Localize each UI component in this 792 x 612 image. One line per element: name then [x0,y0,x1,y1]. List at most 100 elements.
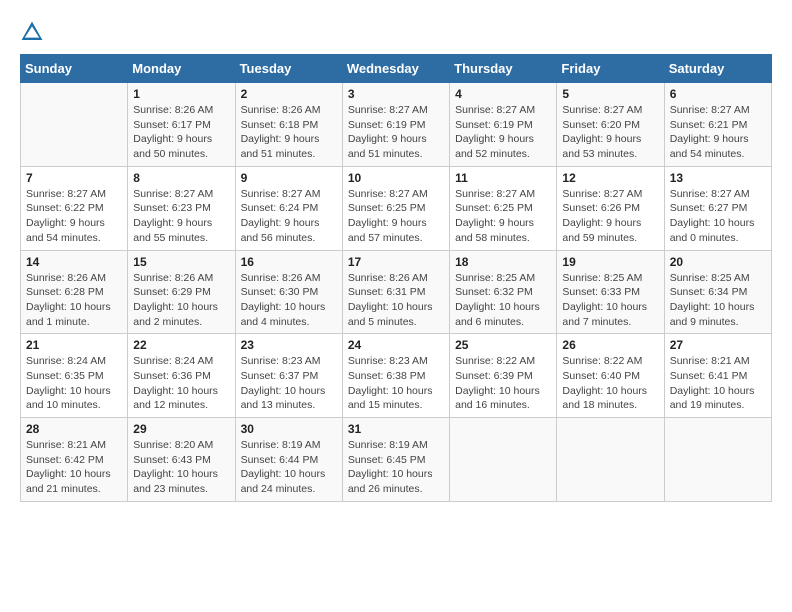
weekday-header-thursday: Thursday [450,55,557,83]
calendar-cell: 26 Sunrise: 8:22 AM Sunset: 6:40 PM Dayli… [557,334,664,418]
day-number: 13 [670,171,766,185]
calendar-cell [450,418,557,502]
day-number: 2 [241,87,337,101]
day-number: 21 [26,338,122,352]
calendar-week-row: 1Sunrise: 8:26 AM Sunset: 6:17 PM Daylig… [21,83,772,167]
calendar-week-row: 14 Sunrise: 8:26 AM Sunset: 6:28 PM Dayli… [21,250,772,334]
day-number: 5 [562,87,658,101]
weekday-header-monday: Monday [128,55,235,83]
day-info: Sunrise: 8:20 AM Sunset: 6:43 PM Dayligh… [133,438,229,497]
calendar-cell: 23 Sunrise: 8:23 AM Sunset: 6:37 PM Dayli… [235,334,342,418]
day-number: 14 [26,255,122,269]
day-info: Sunrise: 8:27 AM Sunset: 6:24 PM Dayligh… [241,187,337,246]
calendar-cell [664,418,771,502]
day-number: 1 [133,87,229,101]
calendar-cell: 21 Sunrise: 8:24 AM Sunset: 6:35 PM Dayli… [21,334,128,418]
day-number: 6 [670,87,766,101]
day-info: Sunrise: 8:27 AM Sunset: 6:20 PM Dayligh… [562,103,658,162]
calendar-cell: 16 Sunrise: 8:26 AM Sunset: 6:30 PM Dayli… [235,250,342,334]
day-number: 16 [241,255,337,269]
calendar-cell: 2 Sunrise: 8:26 AM Sunset: 6:18 PM Daylig… [235,83,342,167]
day-number: 11 [455,171,551,185]
day-info: Sunrise: 8:25 AM Sunset: 6:34 PM Dayligh… [670,271,766,330]
weekday-header-saturday: Saturday [664,55,771,83]
calendar-cell: 8 Sunrise: 8:27 AM Sunset: 6:23 PM Daylig… [128,166,235,250]
calendar-cell: 3Sunrise: 8:27 AM Sunset: 6:19 PM Daylig… [342,83,449,167]
day-info: Sunrise: 8:27 AM Sunset: 6:19 PM Dayligh… [455,103,551,162]
calendar-week-row: 21 Sunrise: 8:24 AM Sunset: 6:35 PM Dayli… [21,334,772,418]
day-info: Sunrise: 8:19 AM Sunset: 6:45 PM Dayligh… [348,438,444,497]
day-info: Sunrise: 8:26 AM Sunset: 6:31 PM Dayligh… [348,271,444,330]
day-number: 23 [241,338,337,352]
day-info: Sunrise: 8:26 AM Sunset: 6:28 PM Dayligh… [26,271,122,330]
day-info: Sunrise: 8:25 AM Sunset: 6:32 PM Dayligh… [455,271,551,330]
calendar-week-row: 28 Sunrise: 8:21 AM Sunset: 6:42 PM Dayli… [21,418,772,502]
calendar-week-row: 7 Sunrise: 8:27 AM Sunset: 6:22 PM Daylig… [21,166,772,250]
calendar-cell: 25 Sunrise: 8:22 AM Sunset: 6:39 PM Dayli… [450,334,557,418]
calendar-cell: 10 Sunrise: 8:27 AM Sunset: 6:25 PM Dayli… [342,166,449,250]
day-number: 3 [348,87,444,101]
calendar-cell: 30Sunrise: 8:19 AM Sunset: 6:44 PM Dayli… [235,418,342,502]
day-info: Sunrise: 8:21 AM Sunset: 6:41 PM Dayligh… [670,354,766,413]
day-info: Sunrise: 8:27 AM Sunset: 6:25 PM Dayligh… [348,187,444,246]
weekday-header-row: SundayMondayTuesdayWednesdayThursdayFrid… [21,55,772,83]
day-number: 29 [133,422,229,436]
day-number: 18 [455,255,551,269]
day-number: 24 [348,338,444,352]
day-info: Sunrise: 8:27 AM Sunset: 6:21 PM Dayligh… [670,103,766,162]
day-info: Sunrise: 8:24 AM Sunset: 6:36 PM Dayligh… [133,354,229,413]
calendar-cell: 7 Sunrise: 8:27 AM Sunset: 6:22 PM Daylig… [21,166,128,250]
day-info: Sunrise: 8:27 AM Sunset: 6:25 PM Dayligh… [455,187,551,246]
day-number: 27 [670,338,766,352]
calendar-cell: 9 Sunrise: 8:27 AM Sunset: 6:24 PM Daylig… [235,166,342,250]
day-info: Sunrise: 8:26 AM Sunset: 6:29 PM Dayligh… [133,271,229,330]
day-info: Sunrise: 8:27 AM Sunset: 6:27 PM Dayligh… [670,187,766,246]
day-number: 4 [455,87,551,101]
weekday-header-wednesday: Wednesday [342,55,449,83]
day-info: Sunrise: 8:26 AM Sunset: 6:30 PM Dayligh… [241,271,337,330]
day-info: Sunrise: 8:27 AM Sunset: 6:26 PM Dayligh… [562,187,658,246]
calendar-cell: 13 Sunrise: 8:27 AM Sunset: 6:27 PM Dayli… [664,166,771,250]
calendar-cell: 1Sunrise: 8:26 AM Sunset: 6:17 PM Daylig… [128,83,235,167]
calendar-cell: 12Sunrise: 8:27 AM Sunset: 6:26 PM Dayli… [557,166,664,250]
day-number: 8 [133,171,229,185]
day-number: 17 [348,255,444,269]
day-info: Sunrise: 8:24 AM Sunset: 6:35 PM Dayligh… [26,354,122,413]
day-number: 9 [241,171,337,185]
day-number: 7 [26,171,122,185]
calendar-cell [557,418,664,502]
weekday-header-friday: Friday [557,55,664,83]
logo-icon [20,20,44,44]
day-info: Sunrise: 8:22 AM Sunset: 6:39 PM Dayligh… [455,354,551,413]
day-info: Sunrise: 8:26 AM Sunset: 6:18 PM Dayligh… [241,103,337,162]
day-number: 15 [133,255,229,269]
calendar-cell: 22 Sunrise: 8:24 AM Sunset: 6:36 PM Dayli… [128,334,235,418]
weekday-header-sunday: Sunday [21,55,128,83]
day-number: 22 [133,338,229,352]
calendar-cell [21,83,128,167]
calendar-cell: 29 Sunrise: 8:20 AM Sunset: 6:43 PM Dayli… [128,418,235,502]
day-info: Sunrise: 8:25 AM Sunset: 6:33 PM Dayligh… [562,271,658,330]
calendar-cell: 17 Sunrise: 8:26 AM Sunset: 6:31 PM Dayli… [342,250,449,334]
calendar-cell: 6 Sunrise: 8:27 AM Sunset: 6:21 PM Daylig… [664,83,771,167]
day-info: Sunrise: 8:27 AM Sunset: 6:22 PM Dayligh… [26,187,122,246]
day-number: 31 [348,422,444,436]
day-number: 20 [670,255,766,269]
day-info: Sunrise: 8:23 AM Sunset: 6:37 PM Dayligh… [241,354,337,413]
day-info: Sunrise: 8:23 AM Sunset: 6:38 PM Dayligh… [348,354,444,413]
day-number: 10 [348,171,444,185]
calendar-cell: 11 Sunrise: 8:27 AM Sunset: 6:25 PM Dayli… [450,166,557,250]
day-number: 26 [562,338,658,352]
calendar-cell: 28 Sunrise: 8:21 AM Sunset: 6:42 PM Dayli… [21,418,128,502]
logo [20,20,48,44]
day-number: 28 [26,422,122,436]
day-number: 19 [562,255,658,269]
day-info: Sunrise: 8:27 AM Sunset: 6:23 PM Dayligh… [133,187,229,246]
day-info: Sunrise: 8:22 AM Sunset: 6:40 PM Dayligh… [562,354,658,413]
day-info: Sunrise: 8:21 AM Sunset: 6:42 PM Dayligh… [26,438,122,497]
day-number: 25 [455,338,551,352]
day-info: Sunrise: 8:19 AM Sunset: 6:44 PM Dayligh… [241,438,337,497]
page-header [20,20,772,44]
calendar-table: SundayMondayTuesdayWednesdayThursdayFrid… [20,54,772,502]
calendar-cell: 27 Sunrise: 8:21 AM Sunset: 6:41 PM Dayli… [664,334,771,418]
